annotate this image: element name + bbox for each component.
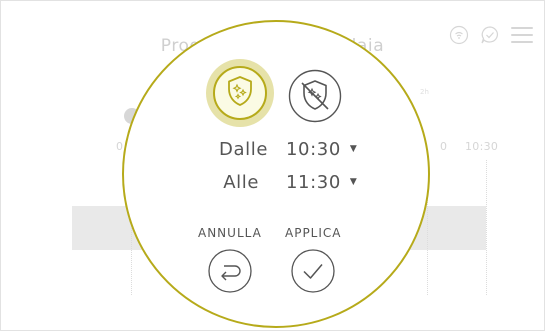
time-range-dialog: Dalle 10:30 ▼ Alle 11:30 ▼ ANNULLA APPLI… xyxy=(122,20,430,328)
caret-down-icon: ▼ xyxy=(349,177,358,187)
apply-button[interactable]: APPLICA xyxy=(285,226,342,297)
caret-down-icon: ▼ xyxy=(349,144,358,154)
apply-label: APPLICA xyxy=(285,226,342,240)
to-label: Alle xyxy=(223,171,259,193)
mode-active-ring xyxy=(213,66,267,120)
shield-sparkle-icon xyxy=(225,75,255,111)
timeline-label: 0 xyxy=(116,140,124,153)
chat-check-icon[interactable] xyxy=(479,25,501,45)
checkmark-icon xyxy=(291,249,335,297)
mode-toggle-inactive[interactable] xyxy=(288,69,342,127)
cancel-label: ANNULLA xyxy=(198,226,262,240)
timeline-tick xyxy=(486,160,487,295)
cancel-button[interactable]: ANNULLA xyxy=(198,226,262,297)
mode-toggle-active[interactable] xyxy=(206,59,274,127)
top-toolbar xyxy=(449,25,533,45)
to-time-select[interactable]: 11:30 ▼ xyxy=(286,172,357,193)
timeline-label: 10:30 xyxy=(465,140,499,153)
timeline-minor-label: 2h xyxy=(420,88,429,96)
from-label: Dalle xyxy=(219,138,268,160)
timeline-label: 0 xyxy=(440,140,448,153)
to-time-value: 11:30 xyxy=(286,171,341,193)
wifi-icon[interactable] xyxy=(449,25,469,45)
undo-arrow-icon xyxy=(208,249,252,297)
from-time-select[interactable]: 10:30 ▼ xyxy=(286,139,357,160)
hamburger-menu-icon[interactable] xyxy=(511,26,533,44)
shield-sparkle-crossed-icon xyxy=(288,69,342,127)
from-time-value: 10:30 xyxy=(286,138,341,160)
